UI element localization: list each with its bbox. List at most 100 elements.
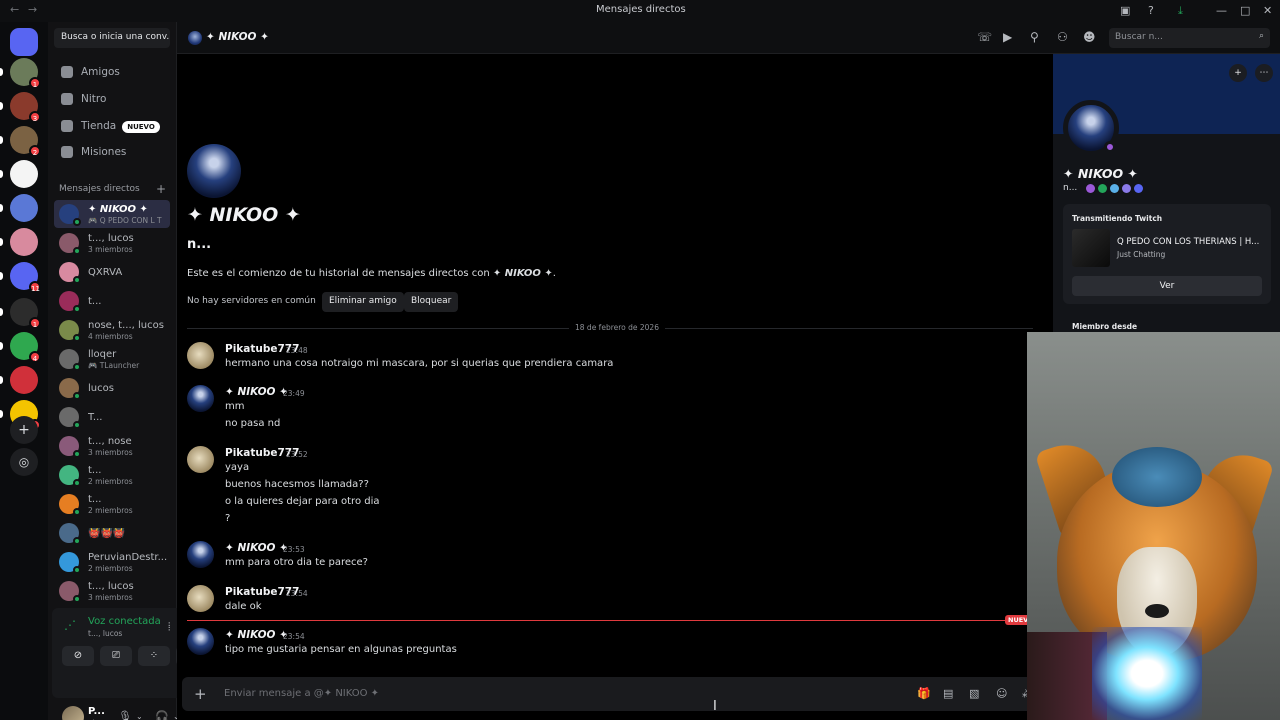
message-author[interactable]: ✦ NIKOO ✦ [225,629,288,641]
user-profile-icon[interactable]: ☻ [1083,30,1096,44]
video-call-icon[interactable]: ▶ [1003,30,1012,44]
dm-item[interactable]: PeruvianDestr... 2 miembros [54,548,170,576]
nav-nitro-label: Nitro [81,93,107,105]
nav-friends[interactable]: Amigos [54,60,170,84]
dm-subtitle: 3 miembros [88,245,133,254]
gift-icon[interactable]: 🎁 [917,687,931,700]
message-avatar[interactable] [187,342,214,369]
dm-item[interactable]: 👹👹👹 [54,519,170,547]
dm-item[interactable]: lucos [54,374,170,402]
headphones-icon[interactable]: 🎧 [155,710,169,720]
message-input[interactable]: Enviar mensaje a @✦ NIKOO ✦ [224,688,379,699]
date-divider: 18 de febrero de 2026 [187,323,1033,332]
chevron-down-icon[interactable]: ⌄ [136,712,143,720]
guild-server-2[interactable]: 3 [10,92,41,123]
add-server-icon[interactable]: + [10,416,38,444]
message-avatar[interactable] [187,541,214,568]
dm-item[interactable]: T... [54,403,170,431]
message-author[interactable]: ✦ NIKOO ✦ [225,542,288,554]
guild-server-3[interactable]: 2 [10,126,41,157]
guild-server-4[interactable] [10,160,38,188]
message-composer[interactable]: + Enviar mensaje a @✦ NIKOO ✦ 🎁 ▤ ▧ ☺ ⁂ [182,677,1044,711]
guild-discord-home[interactable] [10,28,38,56]
help-icon[interactable]: ? [1148,4,1154,17]
guild-server-1[interactable]: 1 [10,58,41,89]
discover-icon[interactable]: ◎ [10,448,38,476]
channel-name[interactable]: ✦ NIKOO ✦ [206,31,269,43]
emoji-icon[interactable]: ☺ [996,687,1007,700]
upload-plus-icon[interactable]: + [194,685,207,703]
add-friends-to-dm-icon[interactable]: ⚇ [1057,30,1068,44]
unread-pill [0,68,3,76]
nav-nitro[interactable]: Nitro [54,87,170,111]
forward-arrow-icon[interactable]: → [28,3,37,16]
member-since-label: Miembro desde [1072,322,1138,331]
voice-call-icon[interactable]: ☏ [977,30,992,44]
maximize-icon[interactable]: □ [1240,4,1250,17]
user-avatar[interactable] [62,706,84,720]
dm-item[interactable]: t... [54,287,170,315]
user-profile-panel: + ⋯ ✦ NIKOO ✦ n... Transmitiendo Twitch … [1053,54,1280,334]
guild-server-7[interactable]: 11 [10,262,41,293]
back-arrow-icon[interactable]: ← [10,3,19,16]
close-icon[interactable]: ✕ [1263,4,1272,17]
nav-friends-label: Amigos [81,66,120,78]
sticker-icon[interactable]: ▧ [969,687,979,700]
block-button[interactable]: Bloquear [404,292,459,312]
dm-item[interactable]: t..., lucos 3 miembros [54,577,170,605]
remove-friend-button[interactable]: Eliminar amigo [322,292,404,312]
message-avatar[interactable] [187,446,214,473]
microphone-icon[interactable]: 🎙 [118,710,132,720]
unread-badge: 3 [29,111,41,123]
no-mutual-servers: No hay servidores en común [187,296,316,306]
create-dm-icon[interactable]: + [156,182,166,196]
friends-icon [61,66,73,78]
mask-nose [1145,604,1169,618]
online-status-icon [73,566,81,574]
guild-server-9[interactable]: 4 [10,332,41,363]
guild-server-6[interactable] [10,228,38,256]
dm-item[interactable]: t..., lucos 3 miembros [54,229,170,257]
message-avatar[interactable] [187,628,214,655]
dm-item[interactable]: ✦ NIKOO ✦ 🎮 Q PEDO CON L T [54,200,170,228]
online-status-icon [73,334,81,342]
unread-pill [0,342,3,350]
dm-subtitle: 🎮 TLauncher [88,361,140,370]
message-avatar[interactable] [187,385,214,412]
message-author[interactable]: ✦ NIKOO ✦ [225,386,288,398]
online-status-icon [73,276,81,284]
dm-item[interactable]: QXRVA [54,258,170,286]
dm-item[interactable]: t... 2 miembros [54,490,170,518]
server-list: 13211149+◎ [0,22,48,720]
nav-quests[interactable]: Misiones [54,140,170,164]
gif-icon[interactable]: ▤ [943,687,953,700]
dm-item[interactable]: t..., nose 3 miembros [54,432,170,460]
inbox-icon[interactable]: ▣ [1120,4,1130,17]
camera-button[interactable]: ⊘ [62,646,94,666]
unread-pill [0,170,3,178]
stream-game: Just Chatting [1117,250,1166,259]
noise-suppression-icon[interactable]: ⦙ [168,620,170,634]
find-conversation-button[interactable]: Busca o inicia una conv... [54,28,170,48]
message-avatar[interactable] [187,585,214,612]
download-icon[interactable]: ⤓ [1178,4,1183,18]
pin-icon[interactable]: ⚲ [1030,30,1039,44]
voice-status[interactable]: Voz conectada [88,616,161,627]
dm-header: Mensajes directos + [59,182,166,196]
dm-item[interactable]: t... 2 miembros [54,461,170,489]
screen-share-button[interactable]: ⎚ [100,646,132,666]
more-options-icon[interactable]: ⋯ [1255,64,1273,82]
guild-server-5[interactable] [10,194,38,222]
dm-item[interactable]: nose, t..., lucos 4 miembros [54,316,170,344]
search-input[interactable]: Buscar n... ⌕ [1109,28,1270,48]
activities-button[interactable]: ⁘ [138,646,170,666]
add-friend-icon[interactable]: + [1229,64,1247,82]
guild-server-8[interactable]: 1 [10,298,41,329]
nav-shop[interactable]: Tienda NUEVO [54,114,170,138]
dm-name: lloqer [88,349,117,360]
watch-button[interactable]: Ver [1072,276,1262,296]
dm-item[interactable]: lloqer 🎮 TLauncher [54,345,170,373]
minimize-icon[interactable]: — [1216,4,1227,17]
guild-server-10[interactable] [10,366,38,394]
message-timestamp: 23:52 [286,450,308,459]
